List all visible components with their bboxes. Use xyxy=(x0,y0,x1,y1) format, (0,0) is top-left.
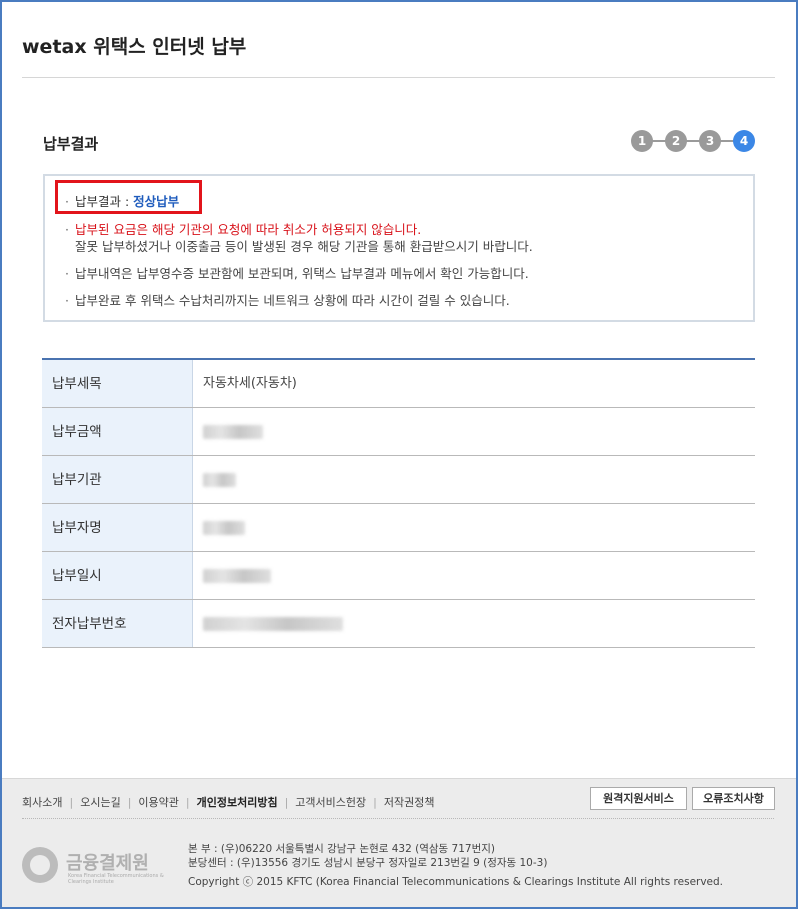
page-header: wetax 위택스 인터넷 납부 xyxy=(22,32,775,78)
row-label: 전자납부번호 xyxy=(42,600,193,647)
notice-receipt-line: · 납부내역은 납부영수증 보관함에 보관되며, 위택스 납부결과 메뉴에서 확인… xyxy=(65,263,529,282)
divider: | xyxy=(284,796,289,809)
divider: | xyxy=(185,796,190,809)
step-3: 3 xyxy=(699,130,721,152)
footer-link-terms[interactable]: 이용약관 xyxy=(138,796,178,809)
step-connector xyxy=(641,140,745,142)
step-2: 2 xyxy=(665,130,687,152)
payment-result-line: · 납부결과 : 정상납부 xyxy=(65,191,179,210)
step-1: 1 xyxy=(631,130,653,152)
divider: | xyxy=(373,796,377,809)
table-row: 납부세목 자동차세(자동차) xyxy=(42,360,755,408)
row-value-redacted xyxy=(193,456,755,503)
table-row: 납부자명 xyxy=(42,504,755,552)
address-hq: 본 부 : (우)06220 서울특별시 강남구 논현로 432 (역삼동 71… xyxy=(188,843,495,855)
bullet: · xyxy=(65,266,69,281)
footer-link-company[interactable]: 회사소개 xyxy=(22,796,62,809)
bullet: · xyxy=(65,222,69,237)
row-label: 납부기관 xyxy=(42,456,193,503)
row-label: 납부금액 xyxy=(42,408,193,455)
kftc-logo-icon xyxy=(22,847,58,883)
footer-link-directions[interactable]: 오시는길 xyxy=(80,796,120,809)
row-value-redacted xyxy=(193,408,755,455)
bullet: · xyxy=(65,293,69,308)
row-value-redacted xyxy=(193,600,755,647)
footer-link-copyright[interactable]: 저작권정책 xyxy=(384,796,435,809)
result-label: 납부결과 : xyxy=(75,194,134,209)
copyright-text: Copyright ⓒ 2015 KFTC (Korea Financial T… xyxy=(188,876,724,888)
row-label: 납부세목 xyxy=(42,360,193,407)
row-label: 납부자명 xyxy=(42,504,193,551)
address-bundang: 분당센터 : (우)13556 경기도 성남시 분당구 정자일로 213번길 9… xyxy=(188,857,548,869)
receipt-text: 납부내역은 납부영수증 보관함에 보관되며, 위택스 납부결과 메뉴에서 확인 … xyxy=(75,266,529,281)
payment-info-table: 납부세목 자동차세(자동차) 납부금액 납부기관 납부자명 납부일시 전자납부번… xyxy=(42,358,755,648)
divider: | xyxy=(69,796,74,809)
table-row: 납부일시 xyxy=(42,552,755,600)
notice-box: · 납부결과 : 정상납부 · 납부된 요금은 해당 기관의 요청에 따라 취소가 … xyxy=(43,174,755,322)
row-value-redacted xyxy=(193,504,755,551)
table-row: 납부금액 xyxy=(42,408,755,456)
footer-link-privacy[interactable]: 개인정보처리방침 xyxy=(197,796,278,809)
footer-divider xyxy=(22,818,774,819)
section-title: 납부결과 xyxy=(43,135,99,153)
kftc-logo: 금융결제원 Korea Financial Telecommunications… xyxy=(22,847,172,891)
site-footer: 회사소개 | 오시는길 | 이용약관 | 개인정보처리방침 | 고객서비스헌장 | 저작권정책 원격… xyxy=(2,778,796,907)
result-value: 정상납부 xyxy=(133,194,180,209)
table-row: 전자납부번호 xyxy=(42,600,755,648)
notice-refund-line: 잘못 납부하셨거나 이중출금 등이 발생된 경우 해당 기관을 통해 환급받으시… xyxy=(75,239,533,254)
divider: | xyxy=(127,796,132,809)
step-4-active: 4 xyxy=(733,130,755,152)
step-indicator: 1 2 3 4 xyxy=(631,130,756,152)
row-value-redacted xyxy=(193,552,755,599)
row-label: 납부일시 xyxy=(42,552,193,599)
remote-support-button[interactable]: 원격지원서비스 xyxy=(590,787,687,810)
page-title: wetax 위택스 인터넷 납부 xyxy=(22,36,247,58)
logo-subtitle: Korea Financial Telecommunications & Cle… xyxy=(68,873,164,885)
bullet: · xyxy=(65,194,69,209)
row-value: 자동차세(자동차) xyxy=(203,376,297,391)
footer-link-service-charter[interactable]: 고객서비스헌장 xyxy=(295,796,366,809)
error-guide-button[interactable]: 오류조치사항 xyxy=(692,787,775,810)
logo-name: 금융결제원 xyxy=(66,853,149,874)
notice-network-line: · 납부완료 후 위택스 수납처리까지는 네트워크 상황에 따라 시간이 걸릴 수… xyxy=(65,290,510,309)
cancel-warning-text: 납부된 요금은 해당 기관의 요청에 따라 취소가 허용되지 않습니다. xyxy=(75,222,422,237)
table-row: 납부기관 xyxy=(42,456,755,504)
network-text: 납부완료 후 위택스 수납처리까지는 네트워크 상황에 따라 시간이 걸릴 수 … xyxy=(75,293,510,308)
footer-links: 회사소개 | 오시는길 | 이용약관 | 개인정보처리방침 | 고객서비스헌장 | 저작권정책 xyxy=(22,794,434,810)
